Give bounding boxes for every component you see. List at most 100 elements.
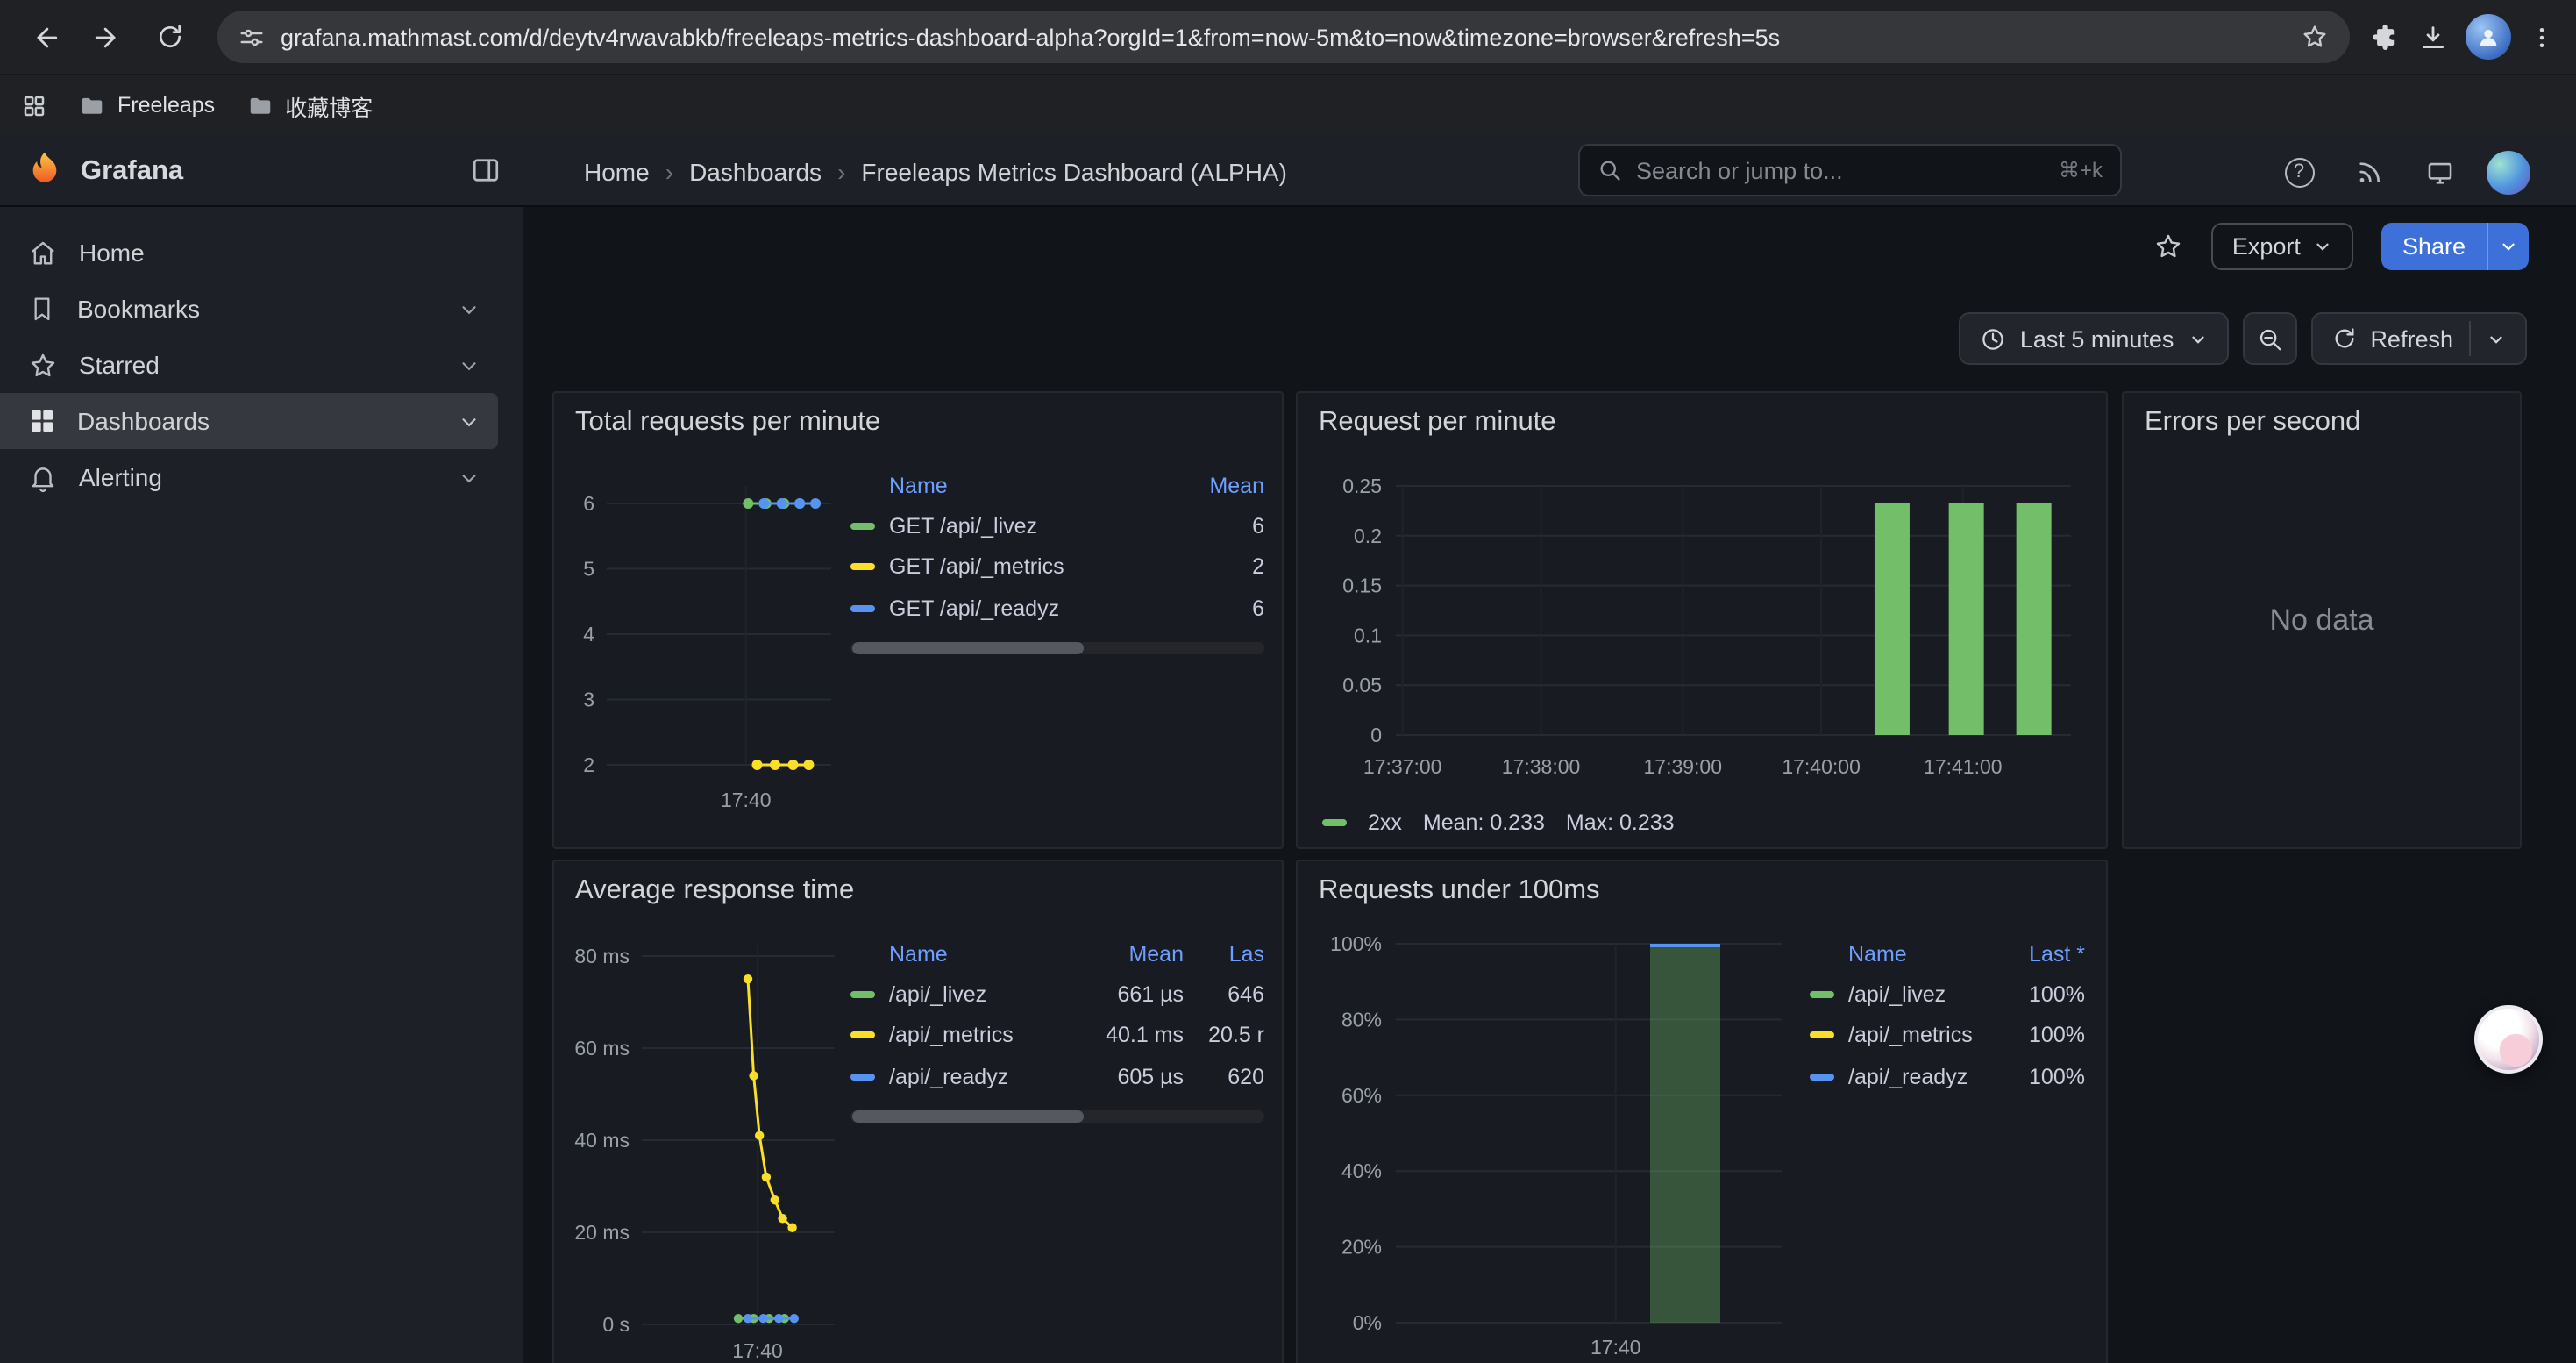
series-swatch[interactable] <box>850 564 875 571</box>
bookmark-star-icon[interactable] <box>2301 23 2329 51</box>
series-name[interactable]: GET /api/_readyz <box>889 596 1166 621</box>
reload-icon[interactable] <box>144 11 196 63</box>
series-swatch[interactable] <box>850 605 875 612</box>
panel-total-requests-per-minute: Total requests per minute 6543217:40 Nam… <box>552 391 1284 849</box>
series-swatch[interactable] <box>1322 819 1347 826</box>
browser-toolbar: grafana.mathmast.com/d/deytv4rwavabkb/fr… <box>0 0 2576 74</box>
forward-icon[interactable] <box>81 11 133 63</box>
bookmark-blog-favorites[interactable]: 收藏博客 <box>246 89 373 122</box>
breadcrumb: Home › Dashboards › Freeleaps Metrics Da… <box>584 135 1287 207</box>
site-settings-icon[interactable] <box>238 24 265 50</box>
refresh-button[interactable]: Refresh <box>2310 312 2527 365</box>
series-swatch[interactable] <box>1810 1032 1834 1039</box>
legend-col-name[interactable]: Name <box>850 942 1075 967</box>
series-swatch[interactable] <box>1810 1074 1834 1081</box>
svg-text:17:37:00: 17:37:00 <box>1363 755 1442 778</box>
svg-text:0.25: 0.25 <box>1342 475 1382 497</box>
series-last: 646 <box>1184 982 1264 1007</box>
help-icon[interactable]: ? <box>2276 149 2322 195</box>
series-name[interactable]: /api/_metrics <box>1848 1024 1994 1048</box>
legend-row: GET /api/_livez 6 <box>850 505 1264 546</box>
requests-under-100ms-chart[interactable]: 100%80%60%40%20%0%17:40 <box>1308 931 1806 1363</box>
sidebar-item-dashboards[interactable]: Dashboards <box>0 393 498 449</box>
share-button[interactable]: Share <box>2381 222 2529 269</box>
breadcrumb-dashboards[interactable]: Dashboards <box>689 157 822 185</box>
bookmark-icon <box>28 295 56 323</box>
scrollbar-thumb[interactable] <box>852 1110 1084 1123</box>
panel-title[interactable]: Average response time <box>575 875 854 907</box>
chevron-down-icon[interactable] <box>2487 329 2506 348</box>
sidebar-label: Starred <box>79 351 160 379</box>
svg-text:0%: 0% <box>1353 1311 1382 1334</box>
avg-response-time-chart[interactable]: 80 ms60 ms40 ms20 ms0 s17:40 <box>565 931 845 1363</box>
bookmark-freeleaps[interactable]: Freeleaps <box>79 92 215 118</box>
dock-sidebar-icon[interactable] <box>470 154 502 186</box>
scrollbar-thumb[interactable] <box>852 642 1084 654</box>
legend-col-last[interactable]: Last * <box>1994 942 2085 967</box>
series-name[interactable]: 2xx <box>1368 810 1402 835</box>
chevron-down-icon[interactable] <box>458 410 480 432</box>
apps-grid-icon[interactable] <box>21 92 47 118</box>
panel-title[interactable]: Request per minute <box>1319 407 1556 439</box>
favorite-star-icon[interactable] <box>2153 231 2183 260</box>
grafana-logo[interactable] <box>23 149 67 193</box>
svg-text:17:39:00: 17:39:00 <box>1643 755 1722 778</box>
legend-col-last[interactable]: Las <box>1184 942 1264 967</box>
panel-title[interactable]: Total requests per minute <box>575 407 880 439</box>
legend-table: Name Mean Las /api/_livez 661 µs 646 /ap… <box>850 935 1264 1097</box>
back-icon[interactable] <box>18 11 70 63</box>
sidebar-item-starred[interactable]: Starred <box>0 337 498 393</box>
legend-col-name[interactable]: Name <box>850 474 1166 498</box>
series-last: 620 <box>1184 1065 1264 1089</box>
chevron-down-icon[interactable] <box>458 466 480 489</box>
sidebar-item-home[interactable]: Home <box>0 225 498 281</box>
legend-scrollbar[interactable] <box>850 642 1264 654</box>
legend-scrollbar[interactable] <box>850 1110 1264 1123</box>
chevron-down-icon[interactable] <box>458 353 480 376</box>
zoom-out-button[interactable] <box>2242 312 2296 365</box>
series-swatch[interactable] <box>850 523 875 530</box>
share-caret-button[interactable] <box>2487 222 2529 269</box>
series-last: 100% <box>1994 1024 2085 1048</box>
url-bar[interactable]: grafana.mathmast.com/d/deytv4rwavabkb/fr… <box>217 11 2350 63</box>
kiosk-monitor-icon[interactable] <box>2416 149 2462 195</box>
legend-col-mean[interactable]: Mean <box>1166 474 1264 498</box>
extensions-icon[interactable] <box>2371 22 2401 52</box>
series-name[interactable]: /api/_readyz <box>1848 1065 1994 1089</box>
user-avatar[interactable] <box>2485 149 2530 195</box>
search-input[interactable] <box>1636 157 2045 183</box>
search-box[interactable]: ⌘+k <box>1578 144 2122 196</box>
export-button[interactable]: Export <box>2211 222 2353 269</box>
panel-title[interactable]: Requests under 100ms <box>1319 875 1600 907</box>
series-name[interactable]: /api/_livez <box>889 982 1075 1007</box>
sidebar-item-alerting[interactable]: Alerting <box>0 449 498 505</box>
assistant-avatar-overlay[interactable] <box>2474 1005 2543 1074</box>
series-mean: 6 <box>1166 514 1264 539</box>
breadcrumb-home[interactable]: Home <box>584 157 650 185</box>
svg-text:20 ms: 20 ms <box>574 1221 630 1244</box>
legend-col-name[interactable]: Name <box>1810 942 1994 967</box>
brand-name: Grafana <box>81 135 183 207</box>
series-swatch[interactable] <box>850 991 875 998</box>
chevron-down-icon[interactable] <box>458 297 480 320</box>
series-name[interactable]: /api/_readyz <box>889 1065 1075 1089</box>
series-name[interactable]: /api/_metrics <box>889 1024 1075 1048</box>
dashboards-icon <box>28 407 56 435</box>
series-swatch[interactable] <box>1810 991 1834 998</box>
rss-icon[interactable] <box>2346 149 2392 195</box>
sidebar-item-bookmarks[interactable]: Bookmarks <box>0 281 498 337</box>
time-range-picker[interactable]: Last 5 minutes <box>1959 312 2229 365</box>
svg-text:17:40: 17:40 <box>721 789 772 811</box>
series-name[interactable]: GET /api/_metrics <box>889 555 1166 580</box>
profile-avatar[interactable] <box>2466 14 2511 60</box>
menu-kebab-icon[interactable] <box>2529 24 2555 50</box>
series-name[interactable]: GET /api/_livez <box>889 514 1166 539</box>
legend-col-mean[interactable]: Mean <box>1075 942 1184 967</box>
request-per-minute-chart[interactable]: 0.250.20.150.10.05017:37:0017:38:0017:39… <box>1308 456 2092 789</box>
series-mean: 661 µs <box>1075 982 1184 1007</box>
series-name[interactable]: /api/_livez <box>1848 982 1994 1007</box>
series-swatch[interactable] <box>850 1074 875 1081</box>
series-swatch[interactable] <box>850 1032 875 1039</box>
total-requests-chart[interactable]: 6543217:40 <box>565 456 845 828</box>
downloads-icon[interactable] <box>2418 22 2448 52</box>
